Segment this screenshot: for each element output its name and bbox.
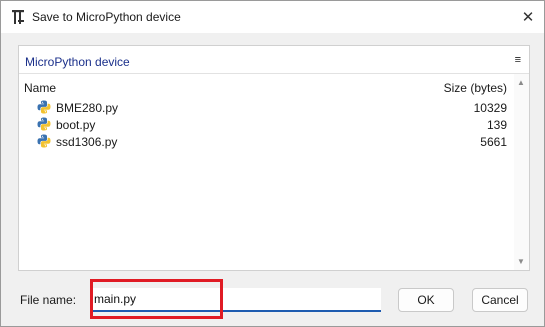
file-size: 139 [486, 118, 507, 132]
filename-label: File name: [20, 293, 77, 307]
scroll-up-arrow-icon[interactable]: ▲ [517, 78, 525, 87]
file-name: boot.py [56, 118, 96, 132]
save-dialog: Save to MicroPython device ✕ MicroPython… [0, 0, 545, 327]
bottom-bar: File name: [1, 281, 544, 327]
device-file-panel: MicroPython device ≡ Name Size (bytes) B… [18, 45, 530, 271]
column-header-row: Name Size (bytes) [19, 79, 513, 95]
window-title: Save to MicroPython device [32, 10, 181, 24]
title-bar[interactable]: Save to MicroPython device ✕ [1, 1, 544, 33]
file-name: ssd1306.py [56, 135, 118, 149]
panel-header: MicroPython device ≡ [19, 46, 529, 74]
scroll-down-arrow-icon[interactable]: ▼ [517, 257, 525, 266]
thonny-app-icon [12, 10, 24, 24]
cancel-button[interactable]: Cancel [472, 288, 528, 312]
filename-input[interactable] [90, 288, 381, 312]
close-icon: ✕ [521, 9, 535, 26]
list-item[interactable]: BME280.py 10329 [19, 99, 513, 116]
column-header-name[interactable]: Name [24, 81, 56, 95]
python-file-icon [37, 134, 51, 148]
file-list: BME280.py 10329 boot.py 139 ssd1306.py 5… [19, 99, 513, 150]
file-size: 5661 [480, 135, 507, 149]
close-button[interactable]: ✕ [512, 1, 544, 33]
column-header-size[interactable]: Size (bytes) [444, 81, 507, 95]
list-item[interactable]: boot.py 139 [19, 116, 513, 133]
python-file-icon [37, 117, 51, 131]
file-size: 10329 [473, 101, 507, 115]
panel-title: MicroPython device [25, 55, 130, 69]
vertical-scrollbar[interactable]: ▲ ▼ [514, 74, 529, 270]
ok-button[interactable]: OK [398, 288, 454, 312]
python-file-icon [37, 100, 51, 114]
list-item[interactable]: ssd1306.py 5661 [19, 133, 513, 150]
file-name: BME280.py [56, 101, 119, 115]
menu-icon[interactable]: ≡ [515, 54, 521, 66]
